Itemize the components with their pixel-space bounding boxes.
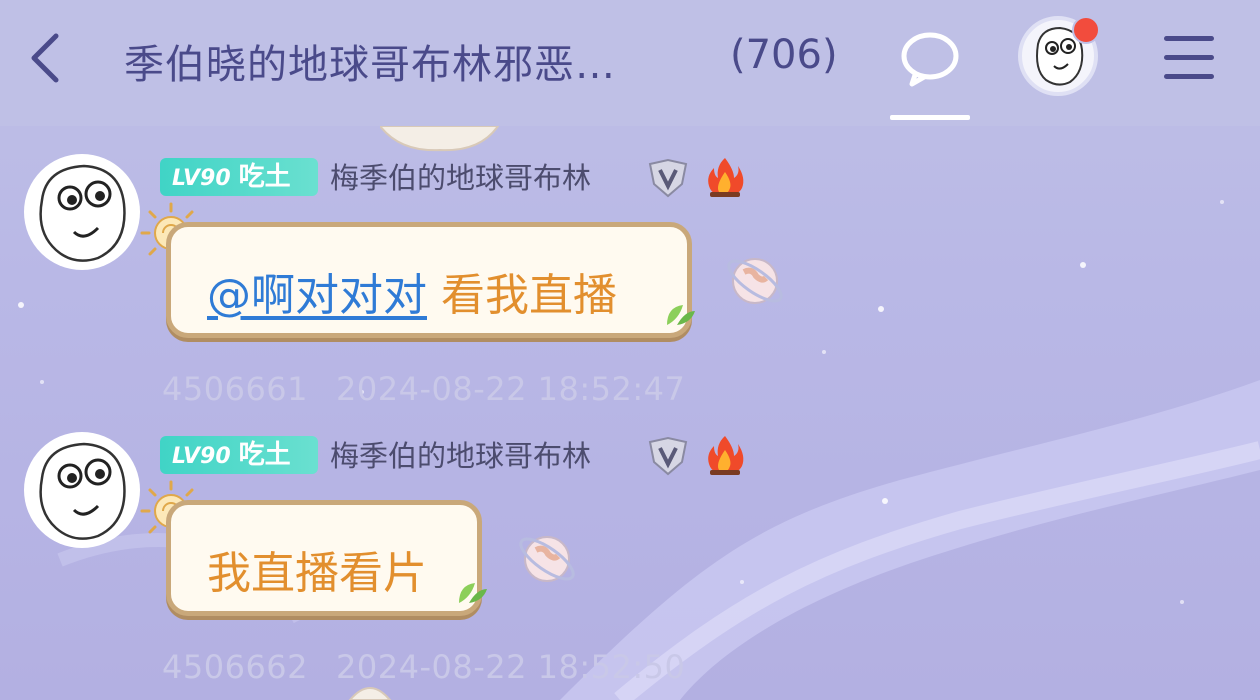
fire-icon — [708, 436, 744, 475]
shield-v-icon — [648, 158, 688, 198]
avatar-face — [39, 164, 126, 262]
level-label: LV90 — [172, 166, 231, 191]
leaf-decoration — [667, 305, 695, 325]
leaf-decoration — [459, 583, 487, 603]
message-id: 4506661 — [162, 370, 309, 408]
star-decoration — [1080, 262, 1086, 268]
star-decoration — [822, 350, 826, 354]
fire-icon — [708, 158, 744, 197]
message-text: 我直播看片 — [207, 548, 427, 599]
star-decoration — [878, 306, 884, 312]
hamburger-menu-icon — [1164, 74, 1214, 79]
planet-icon — [519, 536, 575, 582]
message-meta: 4506661 2024-08-22 18:52:47 — [162, 370, 685, 408]
message-bubble[interactable]: 我直播看片 — [166, 500, 487, 616]
sender-username[interactable]: 梅季伯的地球哥布林 — [330, 436, 591, 476]
message-bubble[interactable]: @啊对对对 看我直播 — [166, 222, 695, 338]
message-meta: 4506662 2024-08-22 18:52:50 — [162, 648, 685, 686]
title-tag: 吃土 — [238, 440, 291, 470]
message-id: 4506662 — [162, 648, 309, 686]
group-title[interactable]: 季伯晓的地球哥布林邪恶… — [124, 32, 724, 88]
sender-avatar[interactable] — [24, 432, 140, 548]
star-decoration — [1220, 200, 1224, 204]
star-decoration — [40, 380, 44, 384]
menu-button[interactable] — [1160, 32, 1218, 84]
message-timestamp: 2024-08-22 18:52:47 — [336, 370, 686, 408]
message-text: 看我直播 — [441, 270, 617, 321]
sender-username[interactable]: 梅季伯的地球哥布林 — [330, 158, 591, 198]
level-label: LV90 — [172, 444, 231, 469]
title-tag: 吃土 — [238, 162, 291, 192]
hamburger-menu-icon — [1164, 36, 1214, 41]
chevron-left-icon — [31, 33, 59, 83]
star-decoration — [18, 302, 24, 308]
sender-avatar[interactable] — [24, 154, 140, 270]
level-badge[interactable]: LV90 吃土 — [160, 436, 318, 474]
sticker-decoration — [348, 687, 392, 700]
mention-link[interactable]: @啊对对对 — [207, 270, 427, 321]
message-text-container: 我直播看片 — [207, 537, 427, 601]
chat-header: 季伯晓的地球哥布林邪恶… (706) — [0, 0, 1260, 126]
level-badge[interactable]: LV90 吃土 — [160, 158, 318, 196]
hamburger-menu-icon — [1164, 55, 1214, 60]
message-timestamp: 2024-08-22 18:52:50 — [336, 648, 686, 686]
star-decoration — [1180, 600, 1184, 604]
message-text-container: @啊对对对 看我直播 — [207, 259, 617, 323]
member-count: (706) — [730, 32, 838, 78]
star-decoration — [882, 498, 888, 504]
sticker-decoration — [380, 126, 500, 152]
chat-bubble-icon — [901, 32, 959, 87]
avatar-face — [39, 442, 126, 540]
notification-dot — [1072, 16, 1100, 44]
active-tab-indicator — [890, 115, 970, 120]
back-button[interactable] — [22, 30, 74, 86]
tab-chat[interactable] — [890, 22, 970, 120]
shield-v-icon — [648, 436, 688, 476]
star-decoration — [740, 580, 744, 584]
planet-icon — [727, 258, 783, 304]
